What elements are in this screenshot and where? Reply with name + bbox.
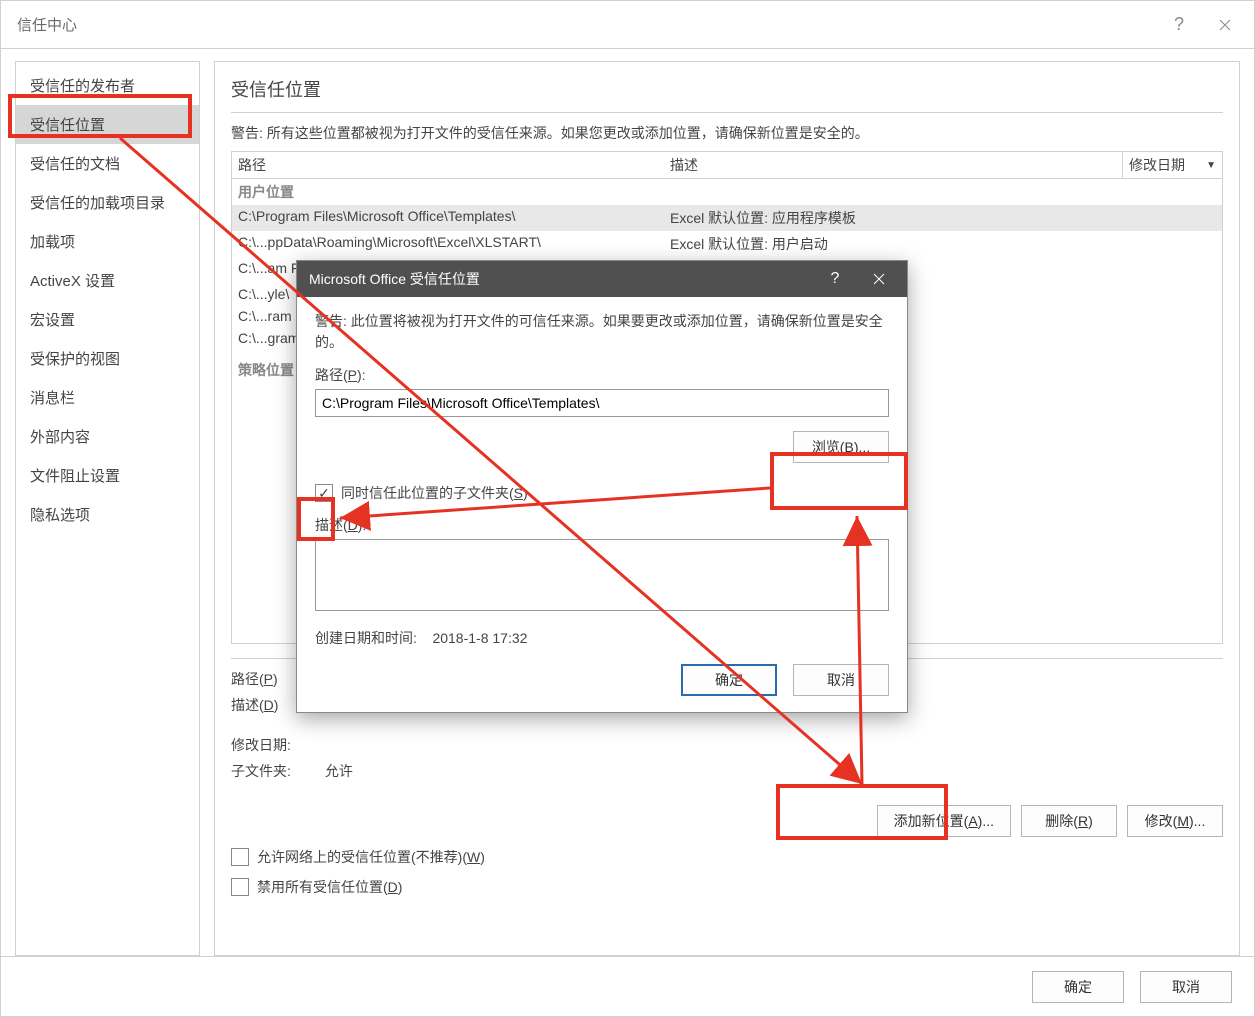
sidebar-item-external-content[interactable]: 外部内容 [16, 417, 199, 456]
question-icon: ? [831, 270, 840, 288]
ok-button[interactable]: 确定 [1032, 971, 1124, 1003]
sidebar-item-activex[interactable]: ActiveX 设置 [16, 261, 199, 300]
sidebar-item-addins[interactable]: 加载项 [16, 222, 199, 261]
section-user-locations: 用户位置 [232, 179, 1222, 205]
close-button[interactable] [1202, 9, 1248, 41]
col-path[interactable]: 路径 [232, 152, 664, 178]
sidebar-item-trusted-locations[interactable]: 受信任位置 [16, 105, 199, 144]
created-label: 创建日期和时间: [315, 630, 417, 646]
dialog-cancel-button[interactable]: 取消 [793, 664, 889, 696]
table-row[interactable]: C:\...ppData\Roaming\Microsoft\Excel\XLS… [232, 231, 1222, 257]
dialog-close-button[interactable] [857, 261, 901, 297]
trust-subfolders-checkbox-row[interactable]: ✓ 同时信任此位置的子文件夹(S) [315, 483, 889, 503]
sidebar-item-trusted-publishers[interactable]: 受信任的发布者 [16, 66, 199, 105]
trust-subfolders-label: 同时信任此位置的子文件夹(S) [341, 483, 528, 503]
allow-network-checkbox-row[interactable]: 允许网络上的受信任位置(不推荐)(W) [231, 847, 1223, 867]
detail-subfolders-value: 允许 [325, 763, 353, 779]
dialog-ok-button[interactable]: 确定 [681, 664, 777, 696]
add-location-button[interactable]: 添加新位置(A)... [877, 805, 1011, 837]
window-title: 信任中心 [17, 14, 1156, 35]
question-icon: ? [1174, 14, 1184, 35]
dialog-buttons: 确定 取消 [315, 664, 889, 696]
remove-button[interactable]: 删除(R) [1021, 805, 1117, 837]
detail-date-label: 修改日期: [231, 735, 321, 755]
browse-button[interactable]: 浏览(B)... [793, 431, 889, 463]
sidebar-item-trusted-documents[interactable]: 受信任的文档 [16, 144, 199, 183]
col-date[interactable]: 修改日期 ▼ [1122, 152, 1222, 178]
sidebar-item-privacy[interactable]: 隐私选项 [16, 495, 199, 534]
dialog-desc-input[interactable] [315, 539, 889, 611]
detail-subfolders-label: 子文件夹: [231, 761, 321, 781]
checkbox-unchecked-icon [231, 878, 249, 896]
window-footer: 确定 取消 [1, 956, 1254, 1016]
help-button[interactable]: ? [1156, 9, 1202, 41]
checkbox-checked-icon: ✓ [315, 484, 333, 502]
disable-all-label: 禁用所有受信任位置(D) [257, 877, 402, 897]
main-warning: 警告: 所有这些位置都被视为打开文件的受信任来源。如果您更改或添加位置，请确保新… [231, 123, 1223, 143]
cancel-button[interactable]: 取消 [1140, 971, 1232, 1003]
caret-down-icon: ▼ [1206, 160, 1216, 171]
dialog-path-input[interactable] [315, 389, 889, 417]
allow-network-label: 允许网络上的受信任位置(不推荐)(W) [257, 847, 485, 867]
main-heading: 受信任位置 [231, 76, 1223, 113]
dialog-path-label: 路径(P): [315, 365, 889, 385]
sidebar-item-macro[interactable]: 宏设置 [16, 300, 199, 339]
checkbox-unchecked-icon [231, 848, 249, 866]
disable-all-checkbox-row[interactable]: 禁用所有受信任位置(D) [231, 877, 1223, 897]
dialog-help-button[interactable]: ? [813, 261, 857, 297]
dialog-title: Microsoft Office 受信任位置 [309, 269, 813, 289]
sidebar-item-message-bar[interactable]: 消息栏 [16, 378, 199, 417]
dialog-body: 警告: 此位置将被视为打开文件的可信任来源。如果要更改或添加位置，请确保新位置是… [297, 297, 907, 712]
table-row[interactable]: C:\Program Files\Microsoft Office\Templa… [232, 205, 1222, 231]
table-header: 路径 描述 修改日期 ▼ [232, 152, 1222, 179]
sidebar-item-protected-view[interactable]: 受保护的视图 [16, 339, 199, 378]
dialog-warning: 警告: 此位置将被视为打开文件的可信任来源。如果要更改或添加位置，请确保新位置是… [315, 311, 889, 353]
titlebar: 信任中心 ? [1, 1, 1254, 49]
sidebar-item-file-block[interactable]: 文件阻止设置 [16, 456, 199, 495]
col-desc[interactable]: 描述 [664, 152, 1122, 178]
dialog-desc-label: 描述(D): [315, 515, 889, 535]
sidebar-item-trusted-addin-catalog[interactable]: 受信任的加载项目录 [16, 183, 199, 222]
modify-button[interactable]: 修改(M)... [1127, 805, 1223, 837]
close-icon [873, 273, 885, 285]
main-buttons: 添加新位置(A)... 删除(R) 修改(M)... [231, 805, 1223, 837]
created-value: 2018-1-8 17:32 [432, 630, 527, 646]
trusted-location-dialog: Microsoft Office 受信任位置 ? 警告: 此位置将被视为打开文件… [296, 260, 908, 713]
sidebar: 受信任的发布者 受信任位置 受信任的文档 受信任的加载项目录 加载项 Activ… [15, 61, 200, 956]
dialog-created-row: 创建日期和时间: 2018-1-8 17:32 [315, 628, 889, 648]
dialog-titlebar: Microsoft Office 受信任位置 ? [297, 261, 907, 297]
close-icon [1219, 19, 1231, 31]
